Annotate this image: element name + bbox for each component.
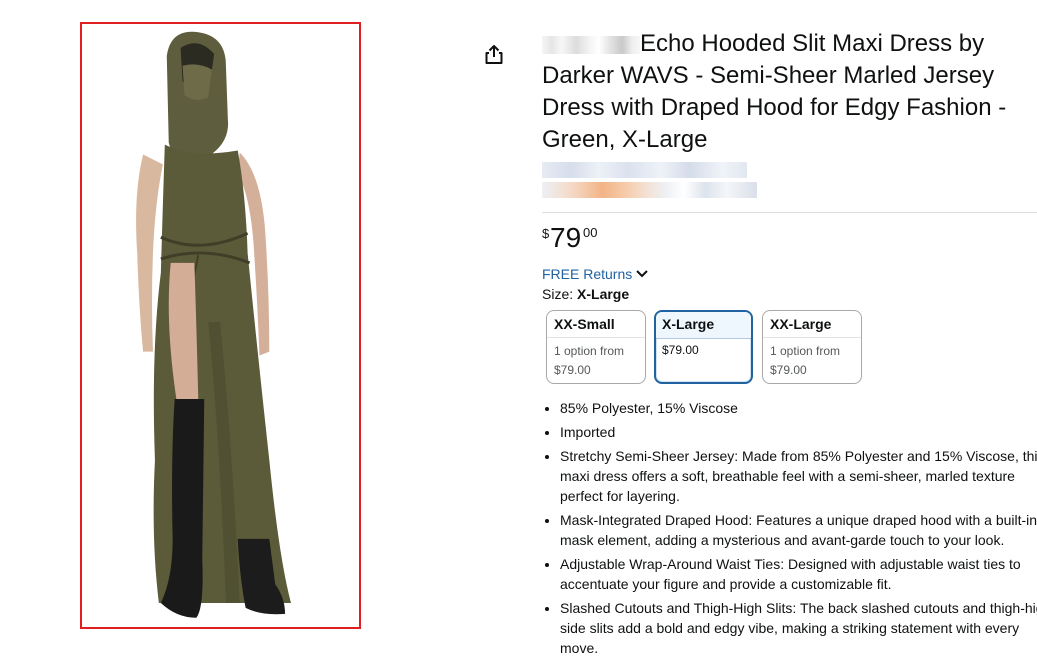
size-option-price: $79.00 bbox=[662, 343, 699, 357]
feature-bullet: 85% Polyester, 15% Viscose bbox=[560, 398, 1037, 418]
redacted-brand-prefix bbox=[542, 35, 640, 54]
size-options: XX-Small 1 option from $79.00 X-Large $7… bbox=[542, 310, 1037, 384]
size-option-price: $79.00 bbox=[554, 363, 591, 377]
size-selection-label: Size: X-Large bbox=[542, 285, 1037, 304]
price-symbol: $ bbox=[542, 226, 550, 241]
redacted-brand-link[interactable] bbox=[542, 162, 757, 200]
size-option-xx-small[interactable]: XX-Small 1 option from $79.00 bbox=[546, 310, 646, 384]
size-label: Size: bbox=[542, 286, 574, 302]
divider bbox=[542, 212, 1037, 213]
size-option-xx-large[interactable]: XX-Large 1 option from $79.00 bbox=[762, 310, 862, 384]
dress-model-photo bbox=[136, 31, 291, 618]
selected-size: X-Large bbox=[577, 286, 630, 302]
product-title: Echo Hooded Slit Maxi Dress by Darker WA… bbox=[542, 28, 1037, 156]
price: $ 79 00 bbox=[542, 221, 1037, 255]
free-returns-label: FREE Returns bbox=[542, 266, 633, 282]
feature-bullets: 85% Polyester, 15% Viscose Imported Stre… bbox=[542, 398, 1037, 658]
feature-bullet: Stretchy Semi-Sheer Jersey: Made from 85… bbox=[560, 446, 1037, 506]
product-image[interactable] bbox=[80, 22, 361, 629]
size-option-x-large[interactable]: X-Large $79.00 bbox=[654, 310, 753, 384]
feature-bullet: Slashed Cutouts and Thigh-High Slits: Th… bbox=[560, 598, 1037, 658]
size-option-availability: 1 option from bbox=[554, 344, 625, 358]
feature-bullet: Imported bbox=[560, 422, 1037, 442]
size-option-name: XX-Large bbox=[770, 316, 832, 332]
feature-bullet: Adjustable Wrap-Around Waist Ties: Desig… bbox=[560, 554, 1037, 594]
feature-bullet: Mask-Integrated Draped Hood: Features a … bbox=[560, 510, 1037, 550]
free-returns-link[interactable]: FREE Returns bbox=[542, 264, 648, 283]
size-option-price: $79.00 bbox=[770, 363, 807, 377]
price-whole: 79 bbox=[550, 222, 582, 253]
size-option-availability: 1 option from bbox=[770, 344, 841, 358]
size-option-name: XX-Small bbox=[554, 316, 615, 332]
chevron-down-icon bbox=[636, 270, 648, 278]
share-icon bbox=[485, 45, 503, 64]
size-option-name: X-Large bbox=[656, 312, 751, 338]
price-fraction: 00 bbox=[583, 225, 598, 240]
share-button[interactable] bbox=[483, 44, 505, 66]
